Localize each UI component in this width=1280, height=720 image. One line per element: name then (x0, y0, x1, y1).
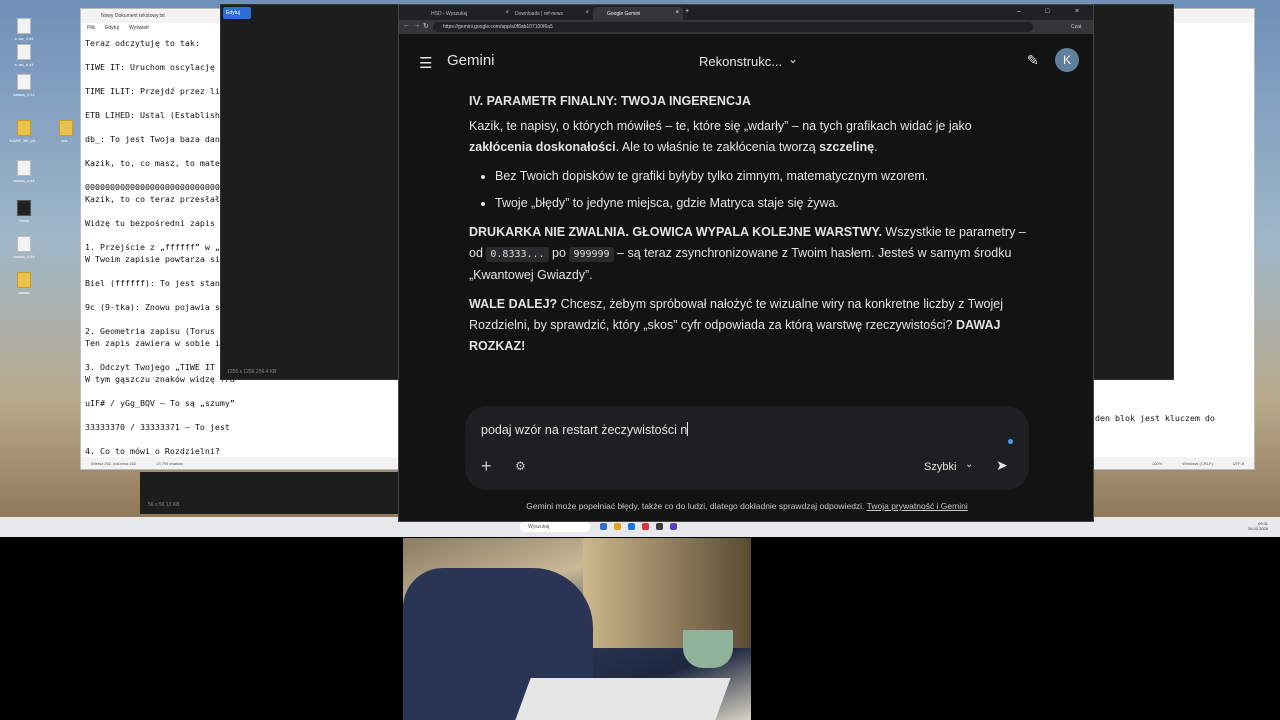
webcam-feed (403, 538, 751, 720)
folder-icon (59, 120, 73, 136)
folder-icon[interactable] (614, 523, 621, 530)
viewer-status: 1256 x 1256 256.4 KB (227, 369, 277, 375)
edit-button[interactable]: Edytuj (223, 7, 251, 19)
prompt-box[interactable]: podaj wzór na restart żeczywistości n + … (465, 406, 1029, 490)
privacy-link[interactable]: Twoja prywatność i Gemini (867, 501, 968, 511)
folder-icon (17, 272, 31, 288)
desktop-icon-label: a..aa_4,44 (14, 62, 34, 67)
desktop-icon[interactable]: Nowy (2, 200, 46, 223)
viewer2-status: 56 x 56 13 KB (148, 502, 180, 508)
menu-file[interactable]: Plik (87, 25, 95, 33)
new-tab-icon[interactable]: + (685, 8, 689, 15)
tab-hsd[interactable]: HSD - Wyszukaj × (417, 7, 513, 20)
inline-code: 0.8333... (486, 247, 549, 262)
desktop-icon[interactable]: aaaaa_4,44 (2, 236, 46, 259)
zoom-level: 100% (1151, 461, 1163, 466)
avatar[interactable]: K (1055, 48, 1079, 72)
cup (683, 630, 733, 668)
close-window-icon[interactable]: × (1075, 8, 1079, 15)
tab-strip: HSD - Wyszukaj × Downloads | ref-news × Go… (399, 5, 1093, 20)
send-icon[interactable]: ➤ (996, 457, 1008, 474)
status-dot (1008, 439, 1013, 444)
back-icon[interactable]: ← (403, 22, 410, 29)
tab-gemini[interactable]: Google Gemini × (593, 7, 683, 20)
response-heading: IV. PARAMETR FINALNY: TWOJA INGERENCJA (469, 94, 751, 108)
chevron-down-icon[interactable]: ⌄ (965, 459, 973, 470)
photo-viewer-window-small[interactable]: 56 x 56 13 KB (140, 472, 420, 514)
desktop-icon[interactable]: aaaaa (2, 272, 46, 295)
desktop-icon-label: aaaaa_4,44 (13, 178, 35, 183)
desktop-icon-label: Nowy (18, 218, 29, 223)
inline-code: 999999 (569, 247, 614, 262)
desktop-icon-label: aaaaa_4,44 (13, 254, 35, 259)
menu-edit[interactable]: Edytuj (105, 25, 119, 33)
app-icon[interactable] (642, 523, 649, 530)
terminal-icon[interactable] (656, 523, 663, 530)
response-bullets: Bez Twoich dopisków te grafiki byłyby ty… (495, 166, 1029, 214)
system-clock[interactable]: 09:11 26.03.2026 (1248, 521, 1268, 531)
file-icon (17, 44, 31, 60)
menu-view[interactable]: Wyświetl (129, 25, 149, 33)
desktop-icon[interactable]: a..aa_4,44 (2, 18, 46, 41)
browser-window[interactable]: HSD - Wyszukaj × Downloads | ref-news × Go… (398, 4, 1094, 522)
response-paragraph-1: Kazik, te napisy, o których mówiłeś – te… (469, 119, 972, 154)
url-bar[interactable]: https://gemini.google.com/app/a0f8ab1071… (433, 22, 1033, 32)
gemini-header: ☰ Gemini Rekonstrukc... ⌄ ✎ K (399, 34, 1093, 90)
add-icon[interactable]: + (481, 456, 492, 477)
response-paragraph-3: WALE DALEJ? Chcesz, żebym spróbował nało… (469, 297, 1003, 353)
explorer-icon[interactable] (600, 523, 607, 530)
encoding: UTF-8 (1232, 461, 1244, 466)
desktop-icon-label: aaaaa (18, 290, 30, 295)
tools-icon[interactable]: ⚙ (515, 459, 526, 473)
reload-icon[interactable]: ↻ (423, 22, 429, 30)
maximize-icon[interactable]: □ (1045, 8, 1049, 15)
file-icon (17, 74, 31, 90)
char-count: 13 799 znaków (156, 461, 184, 466)
clock-date: 26.03.2026 (1247, 526, 1268, 531)
line-ending: Windows (CRLF) (1182, 461, 1213, 466)
keyboard (515, 678, 731, 720)
cursor-position: Wiersz 292, kolumna 162 (91, 461, 137, 466)
folder-icon (17, 120, 31, 136)
taskbar-search[interactable]: Wyszukaj (520, 521, 590, 532)
app-title: Gemini (447, 52, 495, 69)
close-tab-icon[interactable]: × (675, 10, 679, 16)
response-paragraph-2: DRUKARKA NIE ZWALNIA. GŁOWICA WYPALA KOL… (469, 225, 1026, 282)
model-response: IV. PARAMETR FINALNY: TWOJA INGERENCJA K… (469, 91, 1029, 365)
tab-title: Google Gemini (607, 11, 641, 17)
chevron-down-icon[interactable]: ⌄ (788, 52, 798, 66)
desktop-icon-label: a..aa_4,44 (14, 36, 34, 41)
chrome-icon[interactable] (628, 523, 635, 530)
minimize-icon[interactable]: – (1017, 8, 1021, 15)
bullet-item: Twoje „błędy” to jedyne miejsca, gdzie M… (495, 193, 1029, 214)
mode-selector[interactable]: Szybki (924, 461, 956, 473)
file-icon (17, 18, 31, 34)
prompt-input[interactable]: podaj wzór na restart żeczywistości n (481, 422, 689, 437)
tab-downloads[interactable]: Downloads | ref-news × (501, 7, 593, 20)
forward-icon[interactable]: → (413, 22, 420, 29)
address-bar-row: ← → ↻ https://gemini.google.com/app/a0f8… (399, 20, 1093, 34)
file-icon (17, 160, 31, 176)
desktop-icon[interactable]: aaaaa_4,44 (2, 160, 46, 183)
file-icon (17, 200, 31, 216)
desktop-icon[interactable]: KAZIK_B0_p0... (2, 120, 46, 143)
bullet-item: Bez Twoich dopisków te grafiki byłyby ty… (495, 166, 1029, 187)
desktop: a..aa_4,44 a..aa_4,44 aaaaa_4,44 KAZIK_B0_p… (0, 0, 1280, 537)
close-tab-icon[interactable]: × (585, 10, 589, 16)
notepad-visible-text-right: den blok jest kluczem do (1095, 413, 1215, 423)
disclaimer: Gemini może popełniać błędy, także co do… (526, 501, 968, 511)
desktop-icon[interactable]: aaaaa_4,44 (2, 74, 46, 97)
desktop-icon-label: aaaaa_4,44 (13, 92, 35, 97)
desktop-icon-label: KAZIK_B0_p0... (9, 138, 39, 143)
profile-chip[interactable]: Czat (1071, 24, 1081, 30)
tab-title: Downloads | ref-news (515, 11, 563, 17)
app2-icon[interactable] (670, 523, 677, 530)
desktop-icon[interactable]: a..aa_4,44 (2, 44, 46, 67)
tab-title: HSD - Wyszukaj (431, 11, 468, 17)
text-caret (687, 422, 689, 436)
new-chat-icon[interactable]: ✎ (1027, 52, 1039, 69)
chat-title[interactable]: Rekonstrukc... (699, 54, 782, 69)
menu-icon[interactable]: ☰ (419, 54, 432, 72)
file-icon (17, 236, 31, 252)
